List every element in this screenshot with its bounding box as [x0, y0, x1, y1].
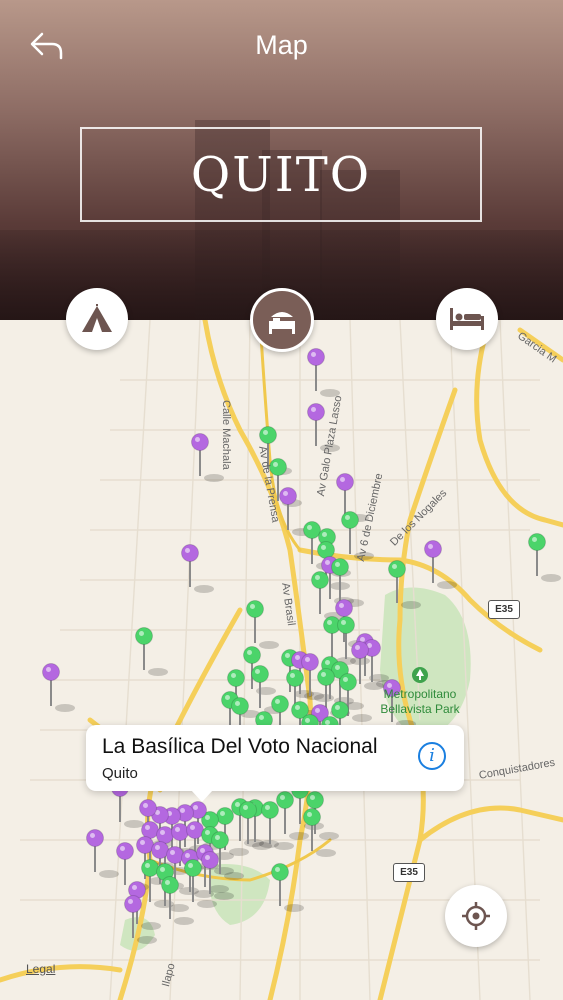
pin-shadow — [316, 849, 336, 857]
pin-shadow — [274, 842, 294, 850]
category-stays-button[interactable] — [250, 288, 314, 352]
map-pin[interactable] — [261, 801, 279, 845]
map-pin[interactable] — [424, 540, 442, 584]
map-pin[interactable] — [116, 842, 134, 886]
callout-subtitle: Quito — [102, 765, 138, 782]
map-pin[interactable] — [276, 791, 294, 835]
category-attractions-button[interactable] — [66, 288, 128, 350]
legal-link[interactable]: Legal — [26, 962, 55, 976]
pin-shadow — [141, 922, 161, 930]
callout-title: La Basílica Del Voto Nacional — [102, 735, 378, 758]
bed-icon — [269, 312, 295, 334]
pin-shadow — [124, 820, 144, 828]
pin-shadow — [214, 892, 234, 900]
info-icon[interactable]: i — [418, 742, 446, 770]
pin-shadow — [284, 904, 304, 912]
pin-shadow — [194, 585, 214, 593]
road-label: Calle Machala — [220, 400, 232, 470]
map-pin[interactable] — [307, 403, 325, 447]
map-pin[interactable] — [528, 533, 546, 577]
map-pin[interactable] — [311, 571, 329, 615]
page-title: Map — [255, 30, 308, 60]
city-name: QUITO — [190, 146, 372, 203]
map-pin[interactable] — [42, 663, 60, 707]
city-title-box: QUITO — [80, 127, 482, 222]
pin-shadow — [174, 917, 194, 925]
pin-shadow — [55, 704, 75, 712]
pin-shadow — [224, 872, 244, 880]
tent-icon — [82, 304, 112, 332]
pin-shadow — [197, 900, 217, 908]
pin-shadow — [401, 601, 421, 609]
park-area — [380, 587, 471, 740]
place-callout[interactable]: La Basílica Del Voto Nacional Quito i — [86, 725, 464, 802]
map-pin[interactable] — [246, 600, 264, 644]
map-pin[interactable] — [303, 808, 321, 852]
pin-shadow — [137, 936, 157, 944]
pin-shadow — [541, 574, 561, 582]
map-pin[interactable] — [307, 348, 325, 392]
pin-shadow — [319, 832, 339, 840]
pin-shadow — [209, 885, 229, 893]
pin-shadow — [99, 870, 119, 878]
route-shield: E35 — [488, 600, 520, 619]
pin-shadow — [289, 832, 309, 840]
route-shield: E35 — [393, 863, 425, 882]
map-pin[interactable] — [135, 627, 153, 671]
pin-shadow — [259, 641, 279, 649]
map-pin[interactable] — [301, 653, 319, 697]
park-icon — [412, 667, 428, 683]
locate-icon — [462, 902, 490, 930]
locate-button[interactable] — [445, 885, 507, 947]
map-pin[interactable] — [336, 473, 354, 517]
category-hotels-button[interactable] — [436, 288, 498, 350]
pin-shadow — [169, 904, 189, 912]
pin-shadow — [437, 581, 457, 589]
pin-shadow — [204, 474, 224, 482]
map-pin[interactable] — [86, 829, 104, 873]
bed-icon — [450, 308, 484, 330]
map-pin[interactable] — [303, 521, 321, 565]
header-banner: Map QUITO — [0, 0, 563, 320]
park-label: Metropolitano Bellavista Park — [380, 687, 460, 716]
pin-shadow — [148, 668, 168, 676]
map-pin[interactable] — [251, 665, 269, 709]
